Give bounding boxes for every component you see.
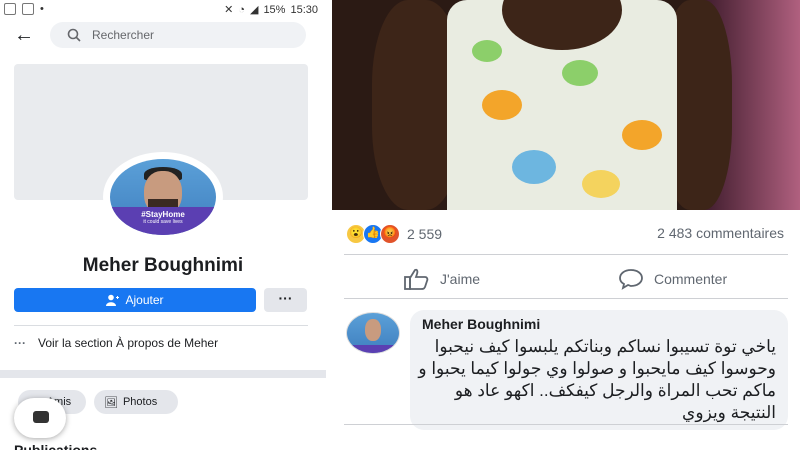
divider [344, 254, 788, 255]
comments-count[interactable]: 2 483 commentaires [657, 225, 784, 241]
comment-bubble: Meher Boughnimi ياخي توة تسيبوا نساكم وب… [410, 310, 788, 430]
add-friend-icon [106, 294, 120, 306]
reaction-count: 2 559 [407, 226, 443, 242]
photos-chip[interactable]: 🖼 Photos [94, 390, 178, 414]
about-link-label: Voir la section À propos de Meher [38, 336, 219, 350]
thumbs-up-icon [404, 268, 429, 290]
like-label: J'aime [440, 271, 481, 287]
more-options-button[interactable]: ··· [264, 288, 307, 312]
section-separator [0, 370, 326, 378]
post-photo[interactable] [332, 0, 800, 210]
reactions-summary[interactable]: 😮 👍 😡 2 559 [346, 224, 442, 244]
signal-icon: ◢ [249, 4, 259, 16]
post-panel: 😮 👍 😡 2 559 2 483 commentaires J'aime Co… [332, 0, 800, 450]
search-input[interactable] [90, 27, 284, 43]
frame-subtitle: it could save lives [143, 219, 183, 225]
publications-heading: Publications [14, 442, 98, 450]
frame-title: #StayHome [141, 210, 185, 219]
search-bar[interactable] [50, 22, 306, 48]
about-link[interactable]: ··· Voir la section À propos de Meher [14, 336, 218, 350]
facebook-notification-icon [4, 3, 16, 15]
comment-text: ياخي توة تسيبوا نساكم وبناتكم يلبسوا كيف… [418, 337, 776, 422]
status-bar: • ✕ ◔ ◢ 15% 15:30 [0, 0, 326, 20]
divider [344, 298, 788, 299]
search-icon [67, 28, 81, 42]
stayhome-frame: #StayHome it could save lives [110, 207, 216, 235]
commenter-avatar[interactable] [346, 312, 400, 354]
profile-name: Meher Boughnimi [82, 255, 244, 276]
wifi-icon: ◔ [238, 3, 245, 16]
more-notifications-icon: • [40, 3, 44, 15]
mute-icon: ✕ [224, 4, 234, 16]
ellipsis-icon: ··· [14, 336, 26, 350]
angry-reaction-icon: 😡 [380, 224, 400, 244]
comment-label: Commenter [654, 271, 728, 287]
add-friend-label: Ajouter [125, 293, 164, 307]
divider [344, 424, 788, 425]
messenger-chat-head[interactable] [14, 398, 66, 438]
photos-chip-label: Photos [122, 396, 158, 408]
battery-level: 15% [263, 3, 286, 16]
gallery-notification-icon [22, 3, 34, 15]
profile-panel: • ✕ ◔ ◢ 15% 15:30 ← #StayHome it could s… [0, 0, 326, 450]
comment-bubble-icon [619, 269, 643, 290]
comment-button[interactable]: Commenter [618, 268, 727, 290]
comment-author[interactable]: Meher Boughnimi [422, 316, 540, 332]
photos-icon: 🖼 [104, 396, 118, 409]
add-friend-button[interactable]: Ajouter [14, 288, 256, 312]
like-button[interactable]: J'aime [404, 268, 480, 290]
profile-avatar[interactable]: #StayHome it could save lives [103, 152, 223, 242]
clock: 15:30 [290, 3, 318, 16]
divider [14, 325, 308, 326]
chat-bubble-icon [33, 411, 49, 423]
back-arrow-icon[interactable]: ← [14, 24, 36, 46]
